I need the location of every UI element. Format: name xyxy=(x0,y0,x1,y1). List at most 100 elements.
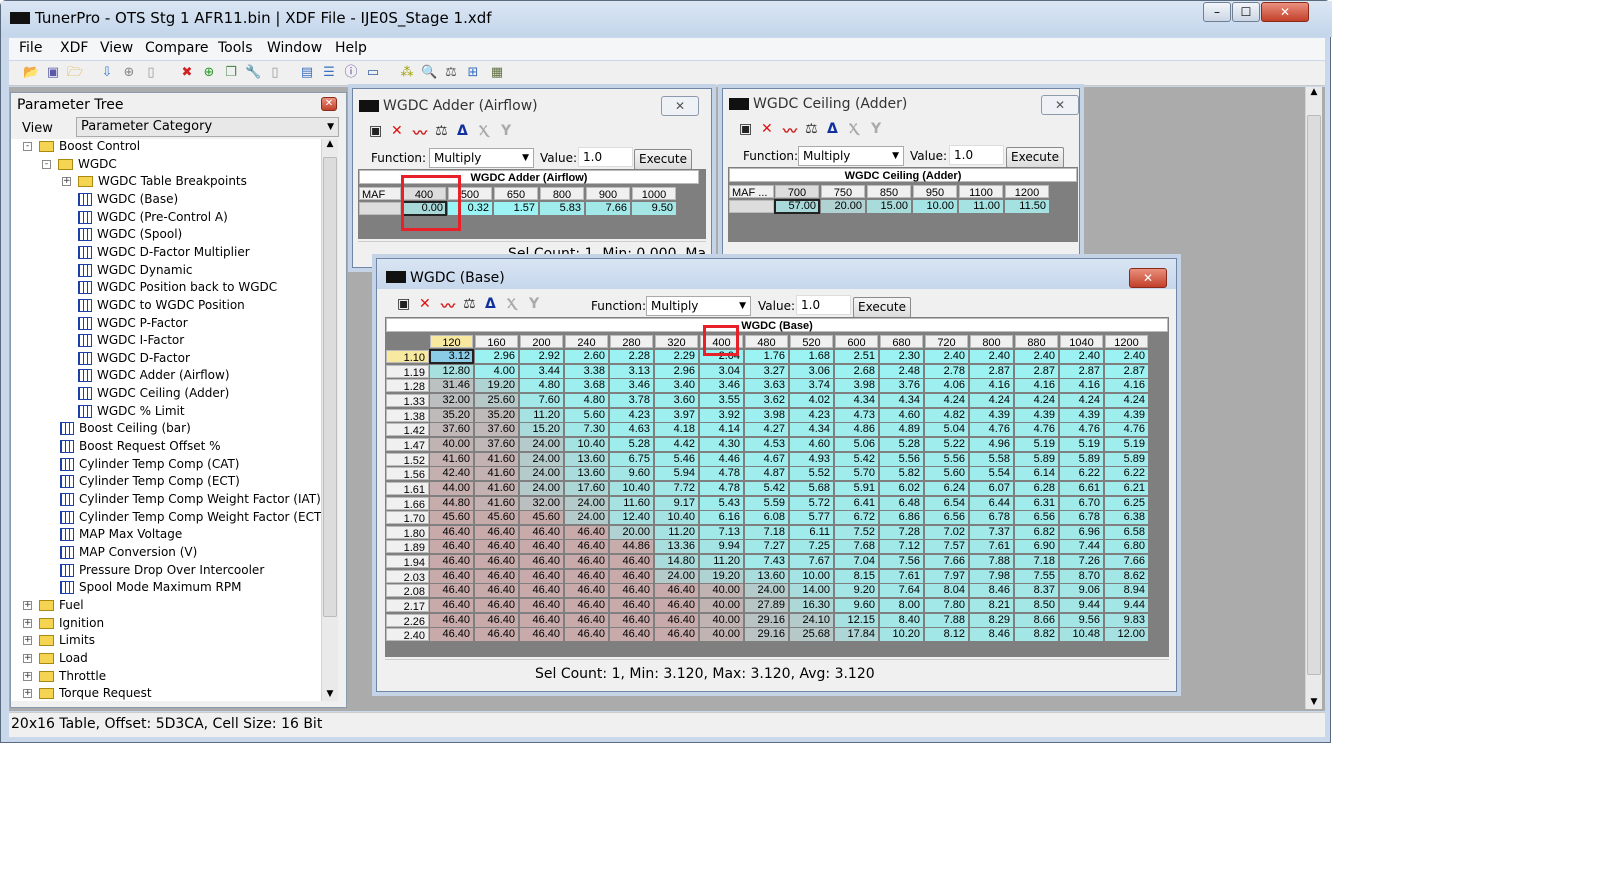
table-cell[interactable]: 13.60 xyxy=(745,569,788,583)
table-cell[interactable]: 4.76 xyxy=(1105,423,1148,437)
table-cell[interactable]: 46.40 xyxy=(520,569,563,583)
table-cell[interactable]: 46.40 xyxy=(430,599,473,613)
table-cell[interactable]: 4.86 xyxy=(835,423,878,437)
table-cell[interactable]: 46.40 xyxy=(430,613,473,627)
execute-button[interactable]: Execute xyxy=(853,297,911,318)
table-cell[interactable]: 7.13 xyxy=(700,525,743,539)
table-cell[interactable]: 4.80 xyxy=(520,379,563,393)
table-cell[interactable]: 8.46 xyxy=(970,628,1013,642)
table-cell[interactable]: 40.00 xyxy=(700,613,743,627)
tree-item[interactable]: Cylinder Temp Comp Weight Factor (IAT) xyxy=(60,491,321,508)
window-close-button[interactable]: ✕ xyxy=(661,96,699,116)
scale-icon[interactable]: Δ xyxy=(827,121,838,137)
table-cell[interactable]: 5.83 xyxy=(540,202,584,215)
menu-window[interactable]: Window xyxy=(267,40,322,56)
table-cell[interactable]: 37.60 xyxy=(475,437,518,451)
tree-item[interactable]: WGDC D-Factor Multiplier xyxy=(78,244,250,261)
table-cell[interactable]: 2.60 xyxy=(565,350,608,363)
row-header[interactable]: MAF R... xyxy=(359,187,401,215)
y-axis-icon[interactable]: Y xyxy=(529,296,539,312)
table-cell[interactable]: 5.19 xyxy=(1105,437,1148,451)
table-cell[interactable]: 7.80 xyxy=(925,599,968,613)
tree-item[interactable]: WGDC to WGDC Position xyxy=(78,297,245,314)
info-window-icon[interactable]: ⓘ xyxy=(343,65,359,81)
table-cell[interactable]: 46.40 xyxy=(565,555,608,569)
execute-button[interactable]: Execute xyxy=(1006,147,1064,168)
table-cell[interactable]: 4.24 xyxy=(1015,393,1058,407)
table-cell[interactable]: 8.40 xyxy=(880,613,923,627)
table-cell[interactable]: 4.34 xyxy=(835,393,878,407)
table-cell[interactable]: 4.34 xyxy=(790,423,833,437)
table-cell[interactable]: 7.64 xyxy=(880,584,923,598)
table-cell[interactable]: 6.07 xyxy=(970,481,1013,495)
table-cell[interactable]: 7.61 xyxy=(880,569,923,583)
table-cell[interactable]: 4.93 xyxy=(790,452,833,466)
tree-item[interactable]: MAP Conversion (V) xyxy=(60,544,197,561)
column-header[interactable]: 1040 xyxy=(1060,335,1103,349)
search-icon[interactable]: 🔍 xyxy=(421,65,437,81)
tree-item[interactable]: WGDC P-Factor xyxy=(78,315,188,332)
scale-icon[interactable]: Δ xyxy=(457,123,468,139)
table-cell[interactable]: 10.40 xyxy=(655,511,698,525)
table-cell[interactable]: 17.84 xyxy=(835,628,878,642)
row-header[interactable]: 1.89 xyxy=(386,540,429,554)
table-cell[interactable]: 3.46 xyxy=(610,379,653,393)
table-cell[interactable]: 7.52 xyxy=(835,525,878,539)
table-cell[interactable]: 7.30 xyxy=(565,423,608,437)
table-cell[interactable]: 6.72 xyxy=(835,511,878,525)
table-cell[interactable]: 32.00 xyxy=(520,496,563,510)
table-cell[interactable]: 5.28 xyxy=(880,437,923,451)
table-cell[interactable]: 45.60 xyxy=(475,511,518,525)
column-header[interactable]: 680 xyxy=(880,335,923,349)
table-cell[interactable]: 3.12 xyxy=(429,349,474,364)
open-folder-icon[interactable]: 🗁 xyxy=(67,65,83,81)
table-cell[interactable]: 4.53 xyxy=(745,437,788,451)
column-header[interactable]: 320 xyxy=(655,335,698,349)
table-cell[interactable]: 16.30 xyxy=(790,599,833,613)
table-cell[interactable]: 7.18 xyxy=(745,525,788,539)
table-cell[interactable]: 3.62 xyxy=(745,393,788,407)
table-cell[interactable]: 5.60 xyxy=(565,408,608,422)
row-header[interactable]: 1.70 xyxy=(386,511,429,525)
table-cell[interactable]: 12.40 xyxy=(610,511,653,525)
table-cell[interactable]: 46.40 xyxy=(565,540,608,554)
table-cell[interactable]: 5.22 xyxy=(925,437,968,451)
table-cell[interactable]: 2.78 xyxy=(925,364,968,378)
row-header[interactable]: 1.56 xyxy=(386,467,429,481)
table-cell[interactable]: 8.66 xyxy=(1015,613,1058,627)
column-header[interactable]: 200 xyxy=(520,335,563,349)
column-header[interactable]: 240 xyxy=(565,335,608,349)
row-header[interactable]: 1.47 xyxy=(386,437,429,452)
blank-doc-icon[interactable]: ▯ xyxy=(267,65,283,81)
table-cell[interactable]: 4.46 xyxy=(700,452,743,466)
table-cell[interactable]: 3.63 xyxy=(745,379,788,393)
new-doc-icon[interactable]: ▯ xyxy=(143,65,159,81)
table-cell[interactable]: 4.39 xyxy=(1015,408,1058,422)
table-cell[interactable]: 46.40 xyxy=(475,555,518,569)
row-header[interactable]: 1.28 xyxy=(386,379,429,393)
table-cell[interactable]: 46.40 xyxy=(565,569,608,583)
copy-add-icon[interactable]: ❐ xyxy=(223,65,239,81)
table-cell[interactable]: 5.77 xyxy=(790,511,833,525)
row-header[interactable]: 1.94 xyxy=(386,555,429,569)
table-cell[interactable]: 6.96 xyxy=(1060,525,1103,539)
table-cell[interactable]: 6.58 xyxy=(1105,525,1148,539)
binary-icon[interactable]: ⁂ xyxy=(399,65,415,81)
delete-icon[interactable]: ✕ xyxy=(391,123,403,139)
table-cell[interactable]: 9.83 xyxy=(1105,613,1148,627)
column-header[interactable]: 950 xyxy=(913,185,957,199)
table-cell[interactable]: 7.55 xyxy=(1015,569,1058,583)
tree-item[interactable]: Cylinder Temp Comp (CAT) xyxy=(60,456,240,473)
graph-icon[interactable]: 〰 xyxy=(413,123,427,143)
expand-icon[interactable]: + xyxy=(62,177,71,187)
table-cell[interactable]: 45.60 xyxy=(520,511,563,525)
table-cell[interactable]: 4.67 xyxy=(745,452,788,466)
graph-icon[interactable]: 〰 xyxy=(441,296,455,316)
table-cell[interactable]: 7.12 xyxy=(880,540,923,554)
table-cell[interactable]: 25.68 xyxy=(790,628,833,642)
table-cell[interactable]: 14.80 xyxy=(655,555,698,569)
window-close-button[interactable]: ✕ xyxy=(1129,268,1167,288)
table-cell[interactable]: 46.40 xyxy=(520,555,563,569)
table-cell[interactable]: 4.16 xyxy=(1060,379,1103,393)
column-header[interactable]: 700 xyxy=(775,185,819,199)
